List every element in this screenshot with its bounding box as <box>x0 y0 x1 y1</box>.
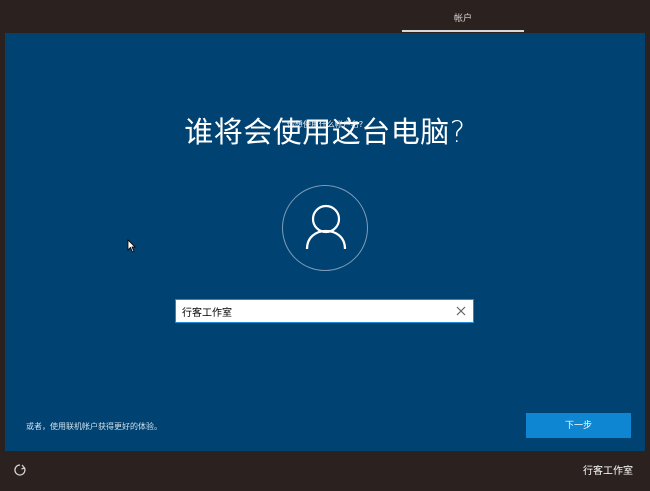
online-account-link[interactable]: 或者，使用联机帐户获得更好的体验。 <box>26 421 162 432</box>
avatar <box>282 185 368 271</box>
next-button[interactable]: 下一步 <box>526 413 631 438</box>
tab-active-indicator <box>402 30 524 32</box>
tab-account-label: 帐户 <box>453 14 472 24</box>
page-subtitle: 你想使用什么帐户名? <box>286 120 364 129</box>
power-icon <box>14 464 26 476</box>
account-name-field[interactable] <box>175 299 474 323</box>
page-title: 谁将会使用这台电脑? <box>184 115 466 149</box>
mouse-cursor-icon <box>127 238 136 257</box>
bottom-user-label: 行客工作室 <box>583 466 633 477</box>
ease-of-access-button[interactable] <box>13 462 27 476</box>
clear-button[interactable] <box>453 303 469 319</box>
setup-panel: 谁将会使用这台电脑? 你想使用什么帐户名? 或者，使用联机帐户获得更好的体验。 … <box>5 33 645 451</box>
tab-account[interactable]: 帐户 <box>402 0 524 33</box>
close-icon <box>456 306 466 316</box>
user-icon <box>305 204 347 250</box>
account-name-input[interactable] <box>182 300 442 322</box>
